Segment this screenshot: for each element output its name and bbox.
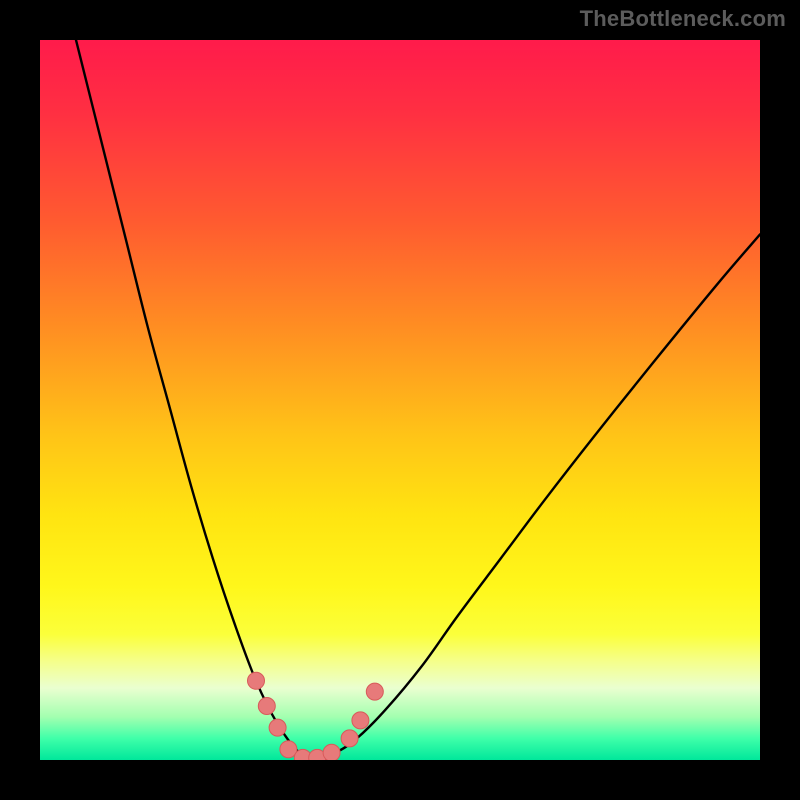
trough-marker: [258, 698, 275, 715]
trough-markers-group: [248, 672, 384, 760]
left-curve-path: [40, 40, 314, 760]
trough-marker: [269, 719, 286, 736]
chart-curves: [40, 40, 760, 760]
trough-marker: [248, 672, 265, 689]
trough-marker: [366, 683, 383, 700]
right-curve-path: [314, 234, 760, 760]
trough-marker: [323, 744, 340, 760]
trough-marker: [352, 712, 369, 729]
chart-frame: TheBottleneck.com: [0, 0, 800, 800]
plot-area: [40, 40, 760, 760]
attribution-text: TheBottleneck.com: [580, 6, 786, 32]
trough-marker: [341, 730, 358, 747]
